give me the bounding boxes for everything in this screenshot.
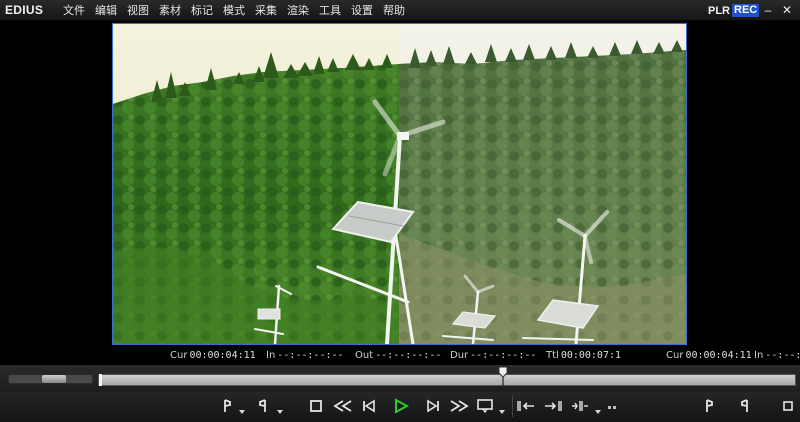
out-label: Out: [355, 350, 374, 361]
close-button[interactable]: ✕: [780, 3, 794, 17]
mark-in-icon: [224, 399, 231, 412]
play-icon: [395, 398, 409, 414]
player-recorder-switch: PLR REC: [706, 3, 760, 18]
stop-icon: [310, 400, 322, 412]
total-timecode: Ttl 00:00:07:1: [546, 350, 621, 361]
stop-button[interactable]: [306, 395, 326, 417]
in-right-value: --:--:--: [765, 350, 800, 361]
timecode-row: Cur 00:00:04:11 In --:--:--:-- Out --:--:--…: [0, 347, 800, 365]
more-options-button[interactable]: [605, 395, 619, 417]
menu-capture[interactable]: 采集: [250, 0, 282, 21]
app-logo: EDIUS: [5, 3, 44, 17]
out-timecode: Out --:--:--:--: [355, 350, 441, 361]
insert-to-timeline-button[interactable]: [512, 395, 538, 417]
cur-right-label: Cur: [666, 350, 684, 361]
in-label: In: [266, 350, 276, 361]
current-timecode: Cur 00:00:04:11: [170, 350, 256, 361]
fast-forward-button[interactable]: [446, 395, 472, 417]
loop-play-button[interactable]: [474, 395, 496, 417]
scrub-start-marker: [99, 374, 102, 386]
split-edit-button[interactable]: [568, 395, 592, 417]
shuttle-slider[interactable]: [8, 374, 93, 384]
rewind-icon: [333, 400, 352, 412]
chevron-down-icon[interactable]: [498, 409, 506, 415]
minimize-button[interactable]: –: [761, 3, 775, 17]
shuttle-knob[interactable]: [42, 375, 66, 383]
step-forward-icon: [427, 399, 439, 413]
cur-value: 00:00:04:11: [189, 350, 256, 361]
playhead-icon[interactable]: [498, 366, 508, 388]
recorder-stop-button[interactable]: [780, 395, 796, 417]
chevron-down-icon[interactable]: [276, 409, 284, 415]
video-frame: [112, 23, 687, 345]
mark-out-icon: [259, 399, 266, 412]
prev-edit-point-button[interactable]: [700, 395, 718, 417]
menu-view[interactable]: 视图: [122, 0, 154, 21]
overwrite-icon: [545, 401, 562, 411]
menu-render[interactable]: 渲染: [282, 0, 314, 21]
chevron-down-icon[interactable]: [238, 409, 246, 415]
next-edit-point-button[interactable]: [736, 395, 754, 417]
more-icon: [608, 406, 616, 409]
loop-icon: [477, 399, 493, 414]
stop-icon: [783, 401, 793, 411]
menu-mode[interactable]: 模式: [218, 0, 250, 21]
insert-icon: [516, 401, 534, 411]
menu-tools[interactable]: 工具: [314, 0, 346, 21]
cur-label: Cur: [170, 350, 188, 361]
step-forward-button[interactable]: [420, 395, 444, 417]
step-back-icon: [363, 399, 375, 413]
menu-file[interactable]: 文件: [58, 0, 90, 21]
player-mode-button[interactable]: PLR: [706, 5, 732, 17]
dur-label: Dur: [450, 350, 469, 361]
fast-forward-icon: [450, 400, 469, 412]
in-value: --:--:--:--: [277, 350, 344, 361]
split-icon: [572, 401, 588, 411]
overwrite-to-timeline-button[interactable]: [540, 395, 566, 417]
recorder-mode-button[interactable]: REC: [732, 4, 760, 17]
player-viewport: [0, 21, 800, 347]
menu-list: 文件 编辑 视图 素材 标记 模式 采集 渲染 工具 设置 帮助: [58, 0, 410, 21]
in-timecode-right: In--:--:--: [754, 350, 800, 361]
menu-clip[interactable]: 素材: [154, 0, 186, 21]
ttl-label: Ttl: [546, 350, 559, 361]
cur-right-value: 00:00:04:11: [685, 350, 752, 361]
menu-bar: EDIUS 文件 编辑 视图 素材 标记 模式 采集 渲染 工具 设置 帮助 P…: [0, 0, 800, 21]
duration-timecode: Dur --:--:--:--: [450, 350, 536, 361]
step-back-button[interactable]: [358, 395, 382, 417]
transport-bar: [0, 392, 800, 422]
menu-edit[interactable]: 编辑: [90, 0, 122, 21]
out-value: --:--:--:--: [375, 350, 442, 361]
scrub-row: [0, 365, 800, 392]
play-button[interactable]: [390, 395, 412, 417]
rewind-button[interactable]: [330, 395, 356, 417]
in-right-label: In: [754, 350, 764, 361]
menu-marker[interactable]: 标记: [186, 0, 218, 21]
prev-edit-icon: [706, 399, 713, 412]
video-preview-image: [113, 24, 686, 344]
in-timecode: In --:--:--:--: [266, 350, 344, 361]
menu-settings[interactable]: 设置: [346, 0, 378, 21]
chevron-down-icon[interactable]: [594, 409, 602, 415]
ttl-value: 00:00:07:1: [560, 350, 622, 361]
set-in-button[interactable]: [218, 395, 236, 417]
next-edit-icon: [741, 399, 748, 412]
position-scrub-bar[interactable]: [98, 366, 796, 387]
dur-value: --:--:--:--: [470, 350, 537, 361]
current-timecode-right: Cur 00:00:04:11: [666, 350, 752, 361]
set-out-button[interactable]: [254, 395, 272, 417]
menu-help[interactable]: 帮助: [378, 0, 410, 21]
